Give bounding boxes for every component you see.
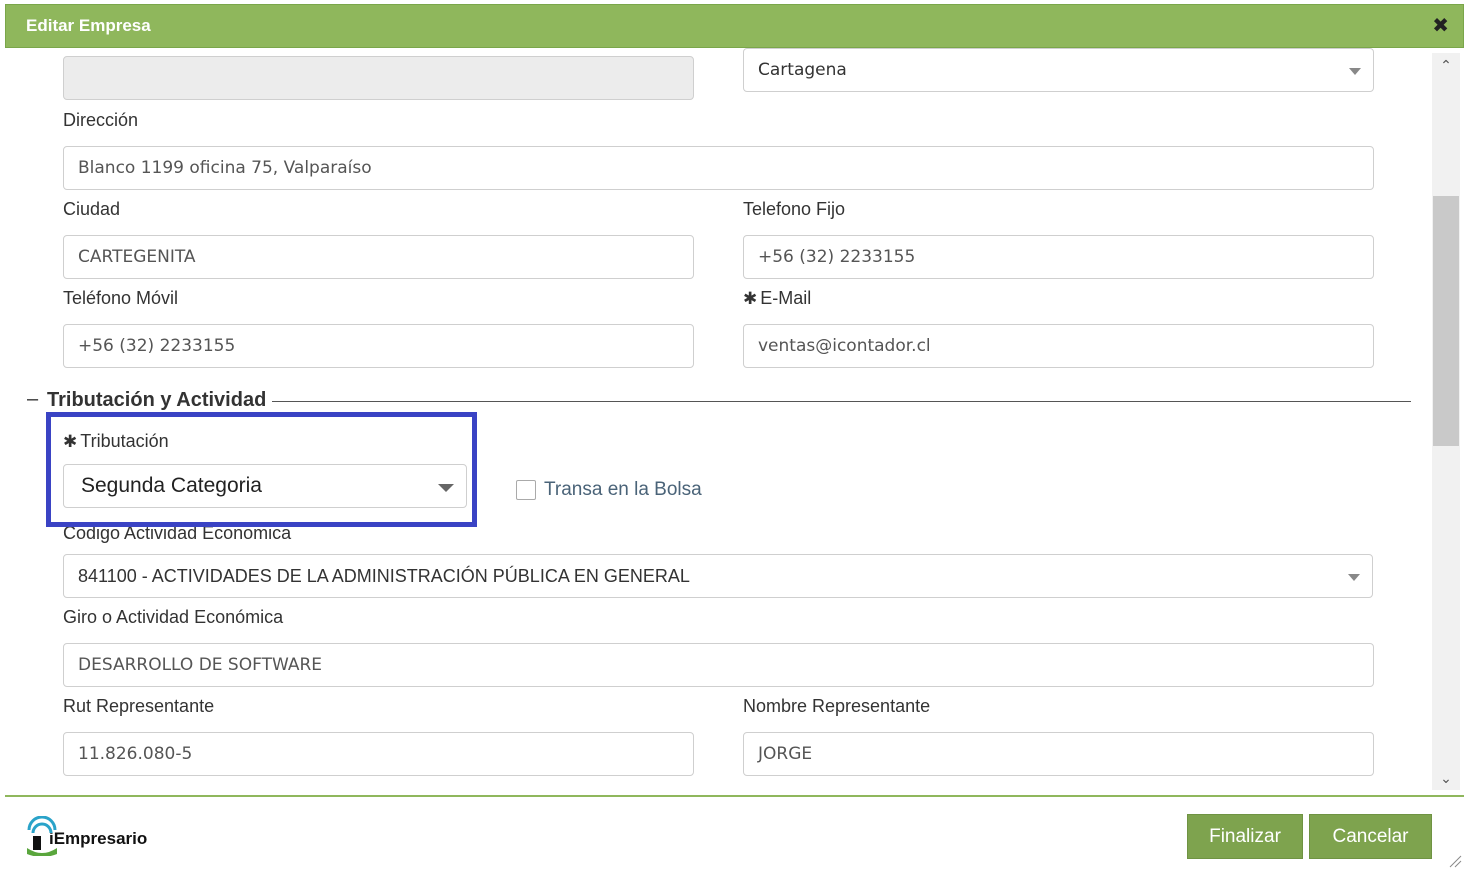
required-icon: ✱	[743, 289, 758, 308]
rut-representante-input[interactable]: 11.826.080-5	[63, 732, 694, 776]
edit-company-dialog: Editar Empresa ✖ Cartagena Dirección Bla…	[5, 4, 1464, 870]
ciudad-label: Ciudad	[63, 199, 121, 219]
dialog-title: Editar Empresa	[26, 16, 151, 35]
cancelar-button[interactable]: Cancelar	[1309, 814, 1432, 859]
email-label-row: ✱ E-Mail	[743, 288, 811, 309]
direccion-label: Dirección	[63, 110, 139, 130]
direccion-input[interactable]: Blanco 1199 oficina 75, Valparaíso	[63, 146, 1374, 190]
telefono-fijo-label: Telefono Fijo	[743, 199, 846, 219]
telefono-movil-input[interactable]: +56 (32) 2233155	[63, 324, 694, 368]
dialog-titlebar: Editar Empresa ✖	[5, 4, 1464, 48]
nombre-representante-label: Nombre Representante	[743, 696, 931, 716]
codigo-actividad-select[interactable]: 841100 - ACTIVIDADES DE LA ADMINISTRACIÓ…	[63, 554, 1373, 598]
resize-handle-icon[interactable]	[1448, 854, 1462, 868]
chevron-down-icon	[1348, 574, 1360, 581]
scrollbar-thumb[interactable]	[1433, 196, 1459, 446]
transa-bolsa-label: Transa en la Bolsa	[544, 479, 702, 500]
section-title: Tributación y Actividad	[41, 389, 273, 412]
nombre-representante-input[interactable]: JORGE	[743, 732, 1374, 776]
transa-bolsa-option[interactable]: Transa en la Bolsa	[516, 479, 702, 501]
chevron-down-icon	[1349, 68, 1361, 75]
scroll-down-icon[interactable]: ⌄	[1432, 768, 1460, 788]
giro-label: Giro o Actividad Económica	[63, 607, 284, 627]
logo-text: iEmpresario	[49, 829, 148, 848]
logo-icon	[25, 815, 59, 857]
codigo-actividad-value: 841100 - ACTIVIDADES DE LA ADMINISTRACIÓ…	[78, 566, 690, 586]
giro-input[interactable]: DESARROLLO DE SOFTWARE	[63, 643, 1374, 687]
email-input[interactable]: ventas@icontador.cl	[743, 324, 1374, 368]
commune-select[interactable]: Cartagena	[743, 48, 1374, 92]
scroll-up-icon[interactable]: ⌃	[1432, 55, 1460, 75]
finalizar-button[interactable]: Finalizar	[1187, 814, 1303, 859]
ciudad-input[interactable]: CARTEGENITA	[63, 235, 694, 279]
footer-divider	[5, 795, 1464, 797]
email-label: E-Mail	[760, 288, 812, 308]
transa-bolsa-checkbox[interactable]	[516, 480, 536, 500]
content-scrollbar[interactable]: ⌃ ⌄	[1432, 53, 1460, 790]
commune-select-value: Cartagena	[758, 60, 847, 80]
telefono-movil-label: Teléfono Móvil	[63, 288, 179, 308]
tributacion-highlight-box	[46, 412, 477, 527]
close-icon[interactable]: ✖	[1432, 14, 1449, 38]
section-collapse-dash[interactable]: –	[27, 388, 43, 411]
telefono-fijo-input[interactable]: +56 (32) 2233155	[743, 235, 1374, 279]
top-disabled-field	[63, 56, 694, 100]
rut-representante-label: Rut Representante	[63, 696, 215, 716]
app-logo: iEmpresario	[25, 815, 148, 857]
